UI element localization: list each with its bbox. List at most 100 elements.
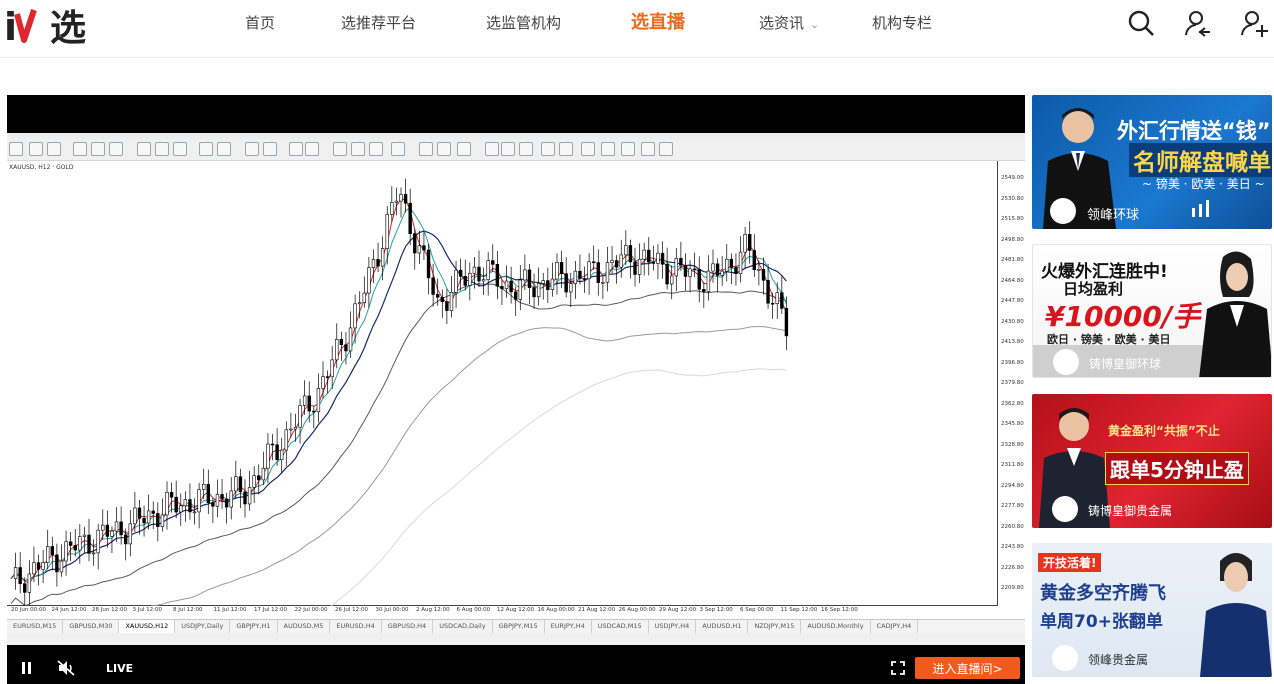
price-tick-label: 2379.80: [1001, 380, 1024, 386]
candle-body: [105, 524, 110, 537]
symbol-tab[interactable]: USDJPY,Daily: [175, 620, 231, 633]
symbol-tab[interactable]: EURJPY,H4: [545, 620, 592, 633]
symbol-tab[interactable]: USDCAD,Daily: [433, 620, 493, 633]
ad-banner-1[interactable]: 外汇行情送“钱” 名师解盘喊单! ~ 镑美 · 欧美 · 美日 ~ 领峰环球: [1032, 95, 1272, 229]
candle-body: [41, 562, 45, 570]
candle-body: [91, 552, 96, 555]
user-register-icon[interactable]: [1240, 8, 1270, 38]
candle-body: [229, 490, 233, 508]
ad1-subheadline: 名师解盘喊单!: [1129, 143, 1272, 177]
candle-body: [270, 443, 275, 446]
candle-body: [674, 257, 678, 277]
nav-regulators[interactable]: 选监管机构: [486, 12, 561, 33]
ad3-headline: 黄金盈利“共振”不止: [1108, 424, 1220, 438]
time-tick-label: 3 Jul 12:00: [132, 607, 162, 613]
live-indicator: LIVE: [106, 662, 134, 675]
candle-body: [64, 541, 68, 562]
enter-live-room-button[interactable]: 进入直播间>: [915, 657, 1020, 679]
toolbar-button: [485, 142, 499, 156]
symbol-tab[interactable]: USDJPY,H4: [649, 620, 697, 633]
candle-body: [380, 248, 385, 267]
symbol-tab[interactable]: AUDUSD,Monthly: [801, 620, 871, 633]
pause-icon[interactable]: [21, 662, 33, 674]
symbol-tab[interactable]: GBPUSD,M30: [63, 620, 120, 633]
candle-body: [514, 291, 518, 300]
nav-news[interactable]: 选资讯 ⌄: [759, 12, 819, 33]
symbol-tab[interactable]: GBPJPY,H1: [230, 620, 278, 633]
candle-body: [458, 269, 463, 277]
symbol-tab[interactable]: XAUUSD,H12: [119, 620, 176, 633]
ad-banner-3[interactable]: 黄金盈利“共振”不止 跟单5分钟止盈 铸博皇御贵金属: [1032, 394, 1272, 528]
time-tick-label: 29 Aug 12:00: [659, 607, 697, 613]
candle-body: [624, 245, 628, 256]
moving-average-line: [10, 326, 787, 642]
price-tick-label: 2447.80: [1001, 298, 1024, 304]
symbol-tab[interactable]: USDCAD,M15: [592, 620, 649, 633]
candle-body: [564, 273, 568, 293]
candle-body: [725, 258, 729, 272]
toolbar-button: [217, 142, 231, 156]
candle-body: [46, 546, 50, 563]
toolbar-button: [305, 142, 319, 156]
search-icon[interactable]: [1126, 8, 1156, 38]
price-tick-label: 2481.80: [1001, 257, 1024, 263]
candle-body: [266, 443, 270, 469]
candle-body: [582, 278, 587, 280]
nav-home[interactable]: 首页: [245, 12, 275, 33]
toolbar-button: [581, 142, 595, 156]
ad2-amount: ¥10000/手: [1045, 300, 1201, 333]
symbol-tab[interactable]: CADJPY,H4: [871, 620, 919, 633]
ad4-brand: 领峰贵金属: [1088, 653, 1149, 667]
brand-logo-icon: [1052, 496, 1078, 522]
svg-text:i: i: [4, 5, 15, 46]
candle-body: [596, 262, 600, 283]
live-video-player[interactable]: XAUUSD, H12 · GOLD 2549.00 2530.80 2515.80…: [7, 95, 1025, 684]
ad-banner-2[interactable]: 火爆外汇连胜中! 日均盈利 ¥10000/手 欧日 · 镑美 · 欧美 · 美日…: [1032, 244, 1272, 378]
symbol-tab[interactable]: EURUSD,M15: [7, 620, 64, 633]
ad-banner-4[interactable]: 开技活着! 黄金多空齐腾飞 单周70+张翻单 领峰贵金属: [1032, 543, 1272, 677]
site-logo[interactable]: 汇选 i 选: [4, 2, 106, 46]
candle-body: [445, 301, 449, 311]
nav-columns[interactable]: 机构专栏: [872, 12, 932, 33]
candle-body: [32, 562, 36, 575]
candle-body: [202, 483, 206, 490]
brand-logo-icon: [1052, 645, 1078, 671]
candlestick-chart: [10, 178, 789, 684]
symbol-tab[interactable]: GBPJPY,M15: [493, 620, 545, 633]
toolbar-button: [369, 142, 383, 156]
candle-body: [670, 275, 674, 285]
ad4-tag: 开技活着!: [1038, 553, 1102, 572]
nav-live[interactable]: 选直播: [631, 8, 685, 34]
candle-body: [532, 287, 536, 298]
symbol-tab[interactable]: NZDJPY,M15: [748, 620, 802, 633]
fullscreen-icon[interactable]: [891, 661, 905, 675]
toolbar-button: [173, 142, 187, 156]
svg-text:选: 选: [50, 8, 86, 46]
candle-body: [711, 263, 715, 272]
symbol-tab[interactable]: AUDUSD,M5: [278, 620, 331, 633]
mute-icon[interactable]: [57, 660, 75, 676]
chart-title: XAUUSD, H12 · GOLD: [9, 164, 74, 171]
candle-body: [431, 277, 435, 295]
user-login-icon[interactable]: [1183, 8, 1213, 38]
symbol-tab[interactable]: AUDUSD,H1: [696, 620, 749, 633]
symbol-tab[interactable]: GBPUSD,H4: [382, 620, 434, 633]
candle-body: [119, 521, 123, 536]
candle-body: [353, 303, 357, 329]
symbol-tab[interactable]: EURUSD,H4: [330, 620, 382, 633]
candle-body: [752, 250, 756, 270]
price-tick-label: 2464.80: [1001, 277, 1024, 284]
candle-body: [647, 249, 651, 263]
candle-body: [50, 546, 54, 556]
candle-body: [358, 302, 362, 305]
nav-platforms[interactable]: 选推荐平台: [341, 12, 416, 33]
toolbar-button: [437, 142, 451, 156]
price-tick-label: 2311.80: [1001, 462, 1024, 468]
moving-average-line: [10, 198, 787, 584]
candle-body: [128, 523, 132, 545]
candle-body: [344, 344, 348, 352]
candle-body: [399, 194, 403, 202]
candle-body: [183, 499, 188, 507]
toolbar-button: [659, 142, 673, 156]
candle-body: [307, 395, 311, 412]
